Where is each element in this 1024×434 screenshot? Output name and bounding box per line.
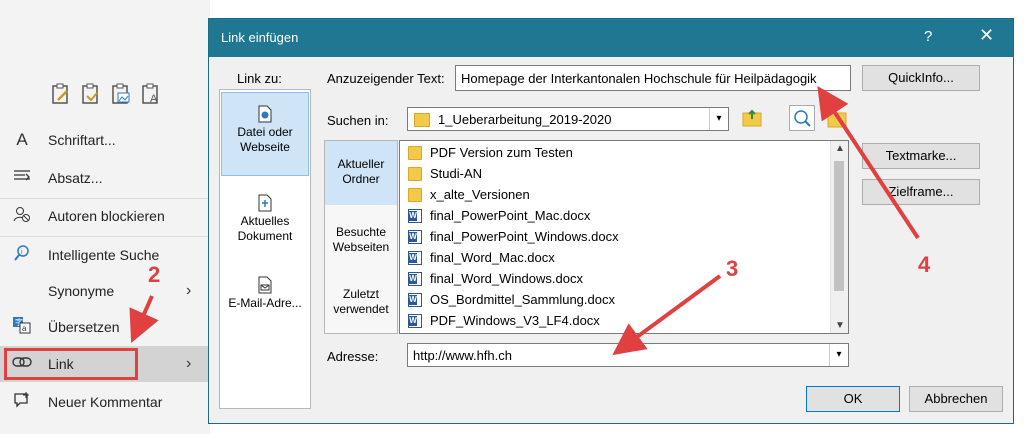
annotation-arrows [129,85,920,356]
arrow-3 [612,274,722,356]
annotation-number: 4 [918,252,931,277]
arrow-2 [129,295,159,343]
annotation-number: 3 [726,256,739,281]
arrow-4 [817,85,920,240]
annotation-number: 2 [148,262,161,287]
